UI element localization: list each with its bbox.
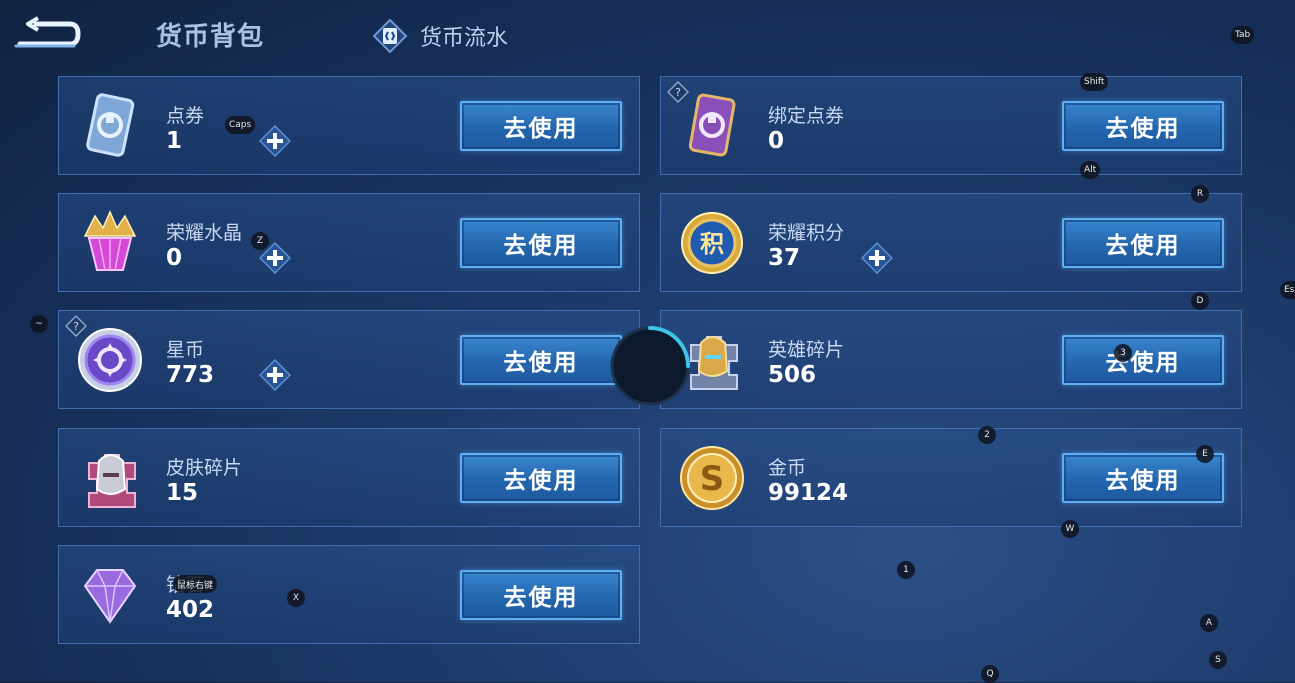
key-hint-a: A	[1200, 614, 1218, 632]
key-hint-caps: Caps	[225, 116, 256, 134]
currency-flow-icon	[372, 18, 408, 54]
key-hint-shift: Shift	[1080, 73, 1109, 91]
svg-text:S: S	[700, 459, 725, 499]
tab-currency-flow-label: 货币流水	[420, 26, 509, 51]
currency-card-glory-crystal: 荣耀水晶 0 去使用	[58, 193, 640, 292]
skin-fragment-icon	[88, 454, 136, 508]
key-hint-right-mouse: 鼠标右键	[173, 575, 218, 593]
currency-card-gold-coin: S 金币 99124 去使用	[660, 428, 1242, 527]
currency-name: 点券	[166, 105, 205, 127]
key-hint-d: D	[1191, 292, 1209, 310]
key-hint-tab: Tab	[1231, 26, 1255, 44]
gold-coin-icon: S	[680, 446, 744, 510]
use-button[interactable]: 去使用	[460, 453, 622, 503]
add-plus-icon[interactable]	[259, 359, 291, 391]
svg-text:积: 积	[700, 230, 724, 258]
use-button[interactable]: 去使用	[1062, 218, 1224, 268]
key-hint-x: X	[287, 589, 305, 607]
currency-amount: 37	[768, 245, 801, 271]
currency-card-star-coin: ? 星币 773 去使用	[58, 310, 640, 409]
currency-card-diamond: 钻石 402 去使用	[58, 545, 640, 644]
currency-card-bound-voucher: ? 绑定点券 0 去使用	[660, 76, 1242, 175]
key-hint-3: 3	[1114, 344, 1132, 362]
glory-points-coin-icon: 积	[681, 212, 743, 274]
currency-card-hero-fragment: 英雄碎片 506 去使用	[660, 310, 1242, 409]
currency-amount: 0	[166, 245, 183, 271]
currency-amount: 99124	[768, 480, 849, 506]
key-hint-tilde: ~	[30, 315, 48, 333]
currency-name: 荣耀积分	[768, 222, 845, 244]
currency-name: 金币	[768, 457, 807, 479]
currency-amount: 506	[768, 362, 817, 388]
currency-card-voucher: 点券 1 去使用	[58, 76, 640, 175]
diamond-icon	[83, 569, 137, 624]
currency-amount: 402	[166, 597, 215, 623]
key-hint-q: Q	[981, 665, 999, 683]
currency-amount: 1	[166, 128, 183, 154]
currency-name: 绑定点券	[768, 105, 845, 127]
star-coin-icon	[78, 328, 142, 392]
use-button[interactable]: 去使用	[460, 335, 622, 385]
add-plus-icon[interactable]	[861, 242, 893, 274]
key-hint-esc: Esc	[1280, 281, 1295, 299]
currency-name: 英雄碎片	[768, 339, 845, 361]
use-button[interactable]: 去使用	[460, 570, 622, 620]
glory-crystal-icon	[83, 210, 137, 271]
key-hint-alt: Alt	[1080, 161, 1101, 179]
currency-amount: 773	[166, 362, 215, 388]
currency-name: 星币	[166, 339, 205, 361]
use-button[interactable]: 去使用	[460, 218, 622, 268]
key-hint-r: R	[1191, 185, 1209, 203]
bound-voucher-card-icon	[688, 93, 736, 157]
tab-currency-bag[interactable]: 货币背包	[156, 16, 264, 53]
use-button[interactable]: 去使用	[460, 101, 622, 151]
currency-name: 皮肤碎片	[166, 457, 243, 479]
key-hint-s: S	[1209, 651, 1227, 669]
loading-spinner-icon	[610, 326, 690, 406]
key-hint-1: 1	[897, 561, 915, 579]
back-arrow-icon[interactable]	[14, 16, 82, 52]
tab-currency-flow[interactable]: 货币流水	[372, 14, 508, 58]
key-hint-z: Z	[251, 232, 269, 250]
currency-card-glory-points: 积 荣耀积分 37 去使用	[660, 193, 1242, 292]
currency-card-skin-fragment: 皮肤碎片 15 去使用	[58, 428, 640, 527]
use-button[interactable]: 去使用	[1062, 101, 1224, 151]
key-hint-w: W	[1061, 520, 1079, 538]
key-hint-2: 2	[978, 426, 996, 444]
key-hint-e: E	[1196, 445, 1214, 463]
add-plus-icon[interactable]	[259, 125, 291, 157]
currency-name: 荣耀水晶	[166, 222, 243, 244]
voucher-card-icon	[86, 93, 135, 157]
use-button[interactable]: 去使用	[1062, 335, 1224, 385]
currency-amount: 0	[768, 128, 785, 154]
currency-amount: 15	[166, 480, 199, 506]
